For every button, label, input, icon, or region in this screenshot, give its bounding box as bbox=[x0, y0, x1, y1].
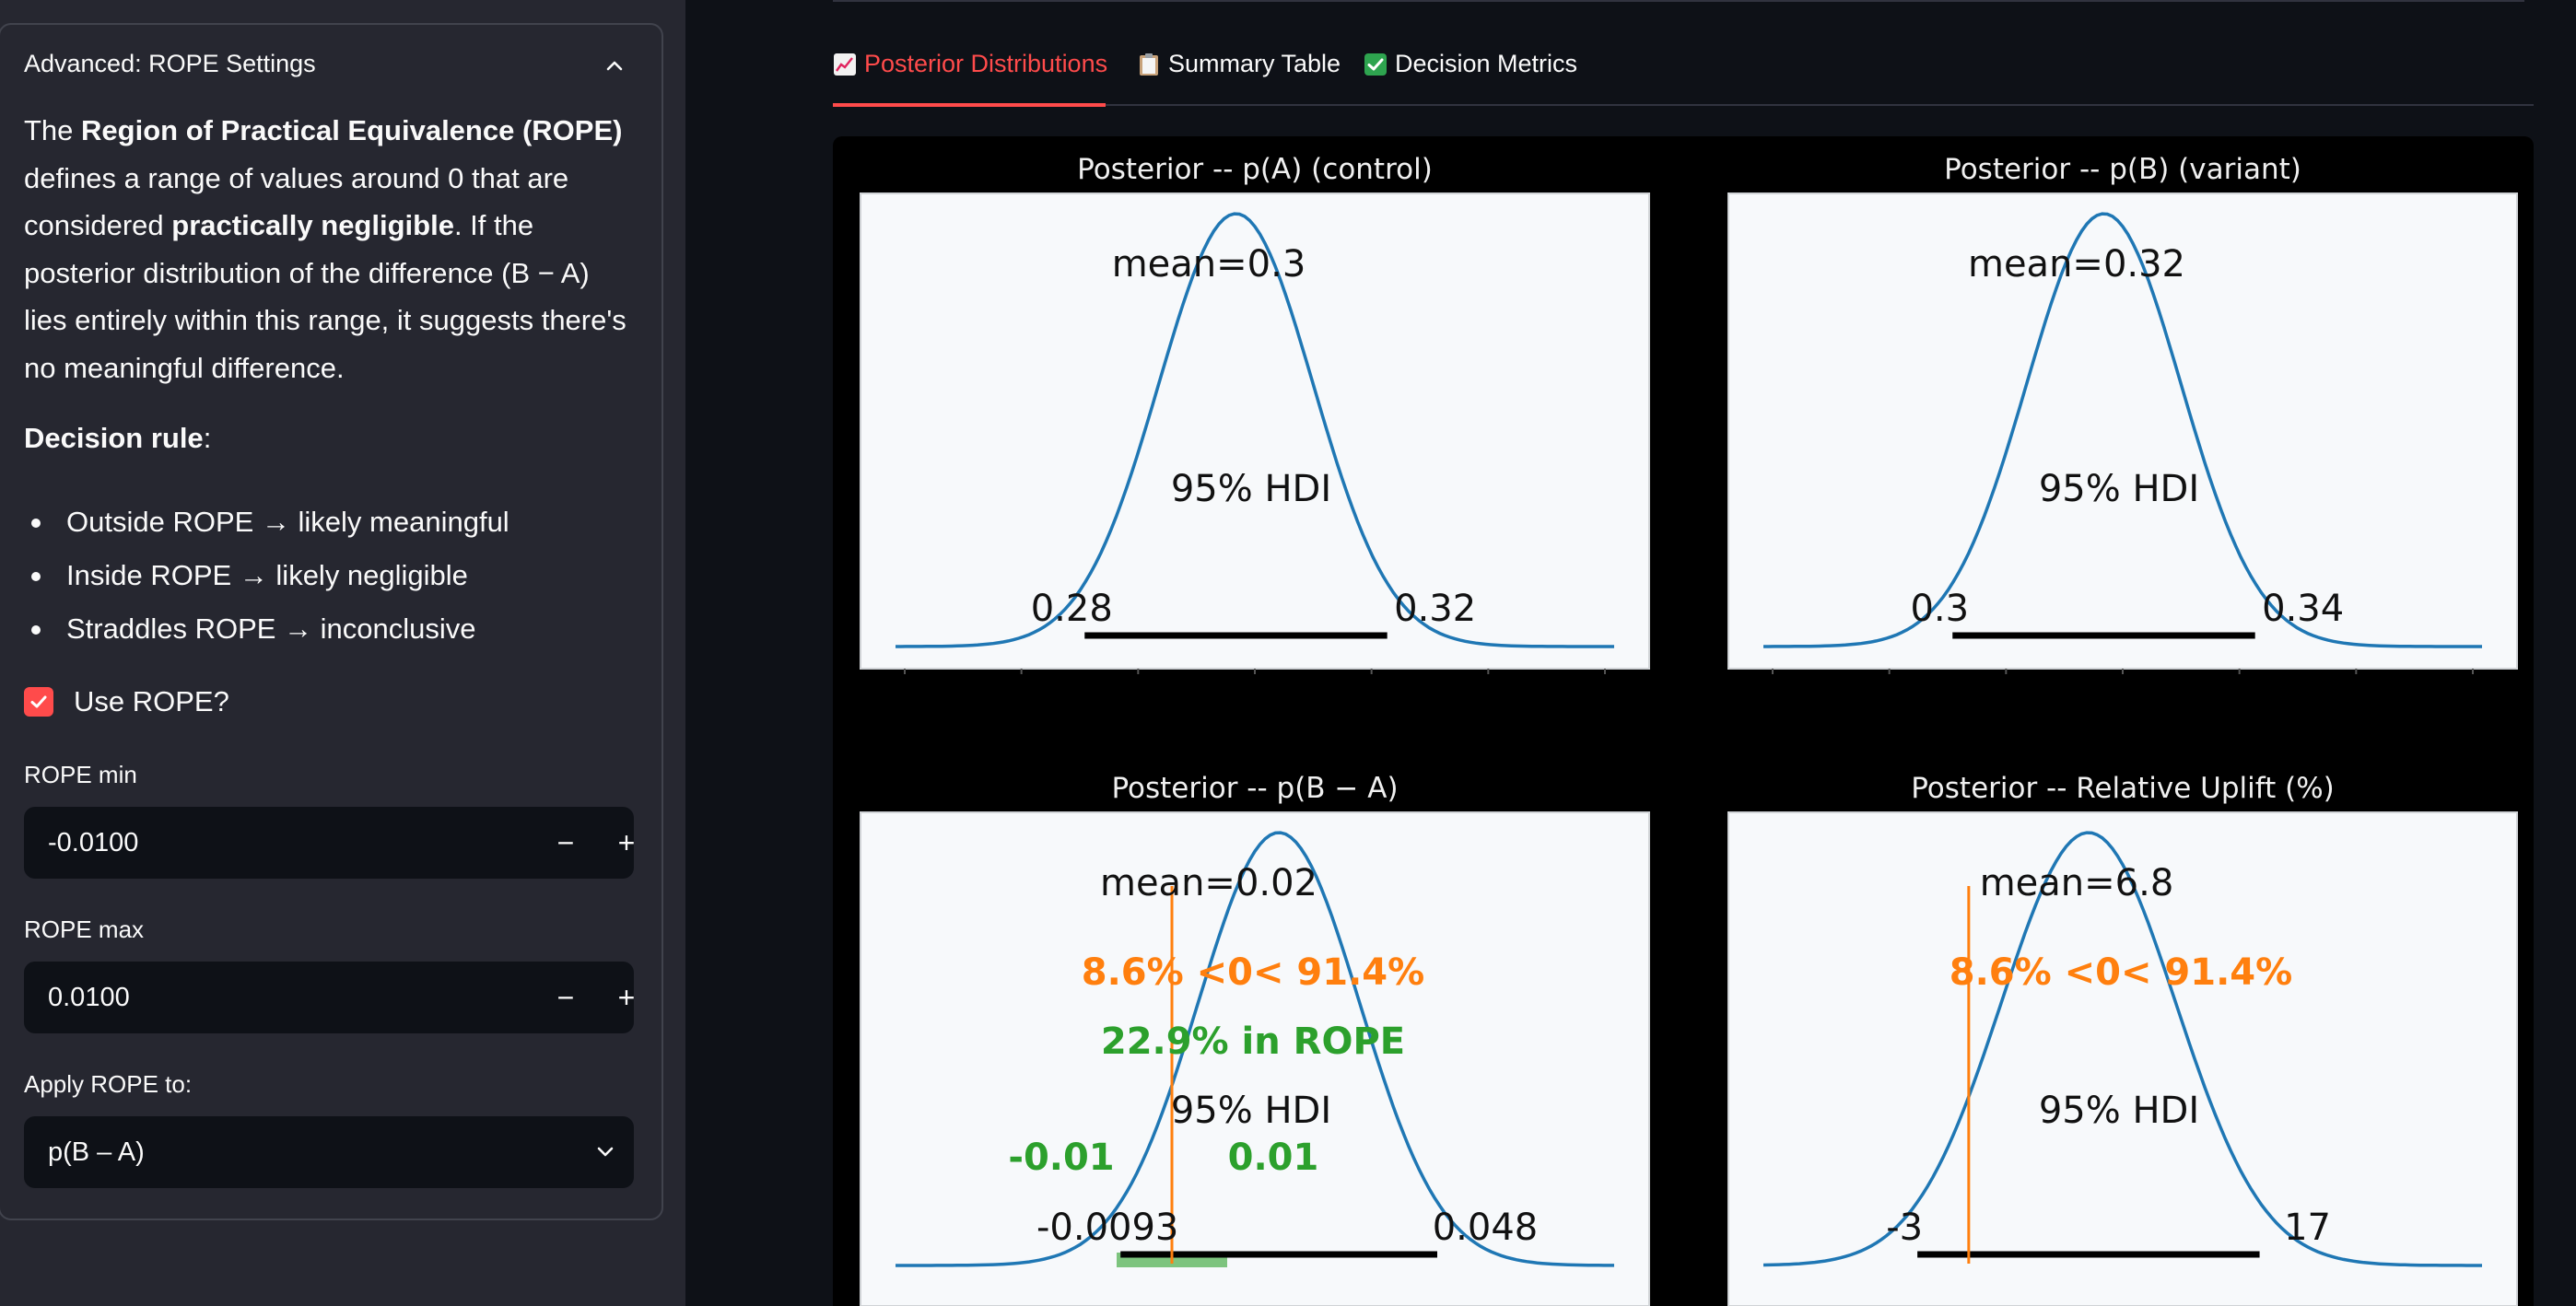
hdi-label: 95% HDI bbox=[2039, 468, 2199, 510]
tab-label[interactable]: Posterior Distributions bbox=[864, 50, 1107, 78]
mean-label: mean=0.02 bbox=[1100, 862, 1317, 904]
bullet-icon bbox=[31, 572, 41, 581]
description-bold-rope: Region of Practical Equivalence (ROPE) bbox=[81, 114, 623, 146]
hdi-low-label: 0.28 bbox=[1031, 588, 1113, 630]
chevron-down-icon[interactable] bbox=[591, 1138, 619, 1166]
rope-min-increment-button[interactable]: + bbox=[610, 807, 643, 879]
rule-text: Inside ROPE → likely negligible bbox=[66, 559, 468, 591]
rope-max-decrement-button[interactable]: − bbox=[549, 962, 582, 1033]
rope-min-input[interactable]: -0.0100 − + bbox=[24, 807, 635, 879]
hdi-low-label: -3 bbox=[1886, 1207, 1923, 1249]
checkmark-icon bbox=[30, 695, 47, 708]
hdi-high-label: 17 bbox=[2284, 1207, 2331, 1249]
rope-max-label: ROPE max bbox=[24, 915, 145, 943]
hdi-label: 95% HDI bbox=[2039, 1090, 2199, 1132]
use-rope-checkbox[interactable] bbox=[24, 687, 53, 717]
rope-max-increment-button[interactable]: + bbox=[610, 962, 643, 1033]
rope-description: The Region of Practical Equivalence (ROP… bbox=[24, 107, 632, 391]
decision-rule-list: Outside ROPE → likely meaningful Inside … bbox=[24, 496, 509, 656]
list-item: Straddles ROPE → inconclusive bbox=[24, 602, 509, 656]
decision-rule-colon: : bbox=[203, 422, 212, 454]
posterior-plots: Posterior -- p(A) (control) mean=0.3 95% H… bbox=[860, 153, 2518, 1306]
apply-rope-label: Apply ROPE to: bbox=[24, 1070, 193, 1098]
rope-min-decrement-button[interactable]: − bbox=[549, 807, 582, 879]
decision-rule-heading: Decision rule: bbox=[24, 422, 211, 455]
hdi-low-label: 0.3 bbox=[1910, 588, 1969, 630]
rule-text: Straddles ROPE → inconclusive bbox=[66, 612, 476, 645]
reference-prob-label: 8.6% <0< 91.4% bbox=[1950, 951, 2292, 994]
rope-min-label: ROPE min bbox=[24, 761, 137, 788]
hdi-high-label: 0.34 bbox=[2262, 588, 2344, 630]
list-item: Inside ROPE → likely negligible bbox=[24, 549, 509, 602]
chevron-up-icon[interactable] bbox=[601, 52, 628, 79]
hdi-low-label: -0.0093 bbox=[1036, 1207, 1178, 1249]
reference-prob-label: 8.6% <0< 91.4% bbox=[1082, 951, 1424, 994]
chart-title: Posterior -- p(B) (variant) bbox=[1944, 153, 2301, 186]
rope-min-label: -0.01 bbox=[1008, 1137, 1114, 1179]
tab-label[interactable]: Decision Metrics bbox=[1395, 50, 1577, 78]
hdi-label: 95% HDI bbox=[1171, 468, 1331, 510]
rope-min-value[interactable]: -0.0100 bbox=[48, 807, 138, 879]
mean-label: mean=0.3 bbox=[1112, 243, 1306, 286]
apply-rope-select[interactable]: p(B – A) bbox=[24, 1116, 634, 1188]
clipboard-icon bbox=[1137, 52, 1161, 76]
hdi-high-label: 0.32 bbox=[1394, 588, 1476, 630]
tab-summary-table[interactable]: Summary Table bbox=[1137, 50, 1341, 78]
use-rope-checkbox-row[interactable]: Use ROPE? bbox=[24, 685, 229, 718]
active-tab-indicator bbox=[833, 103, 1106, 107]
rope-max-value[interactable]: 0.0100 bbox=[48, 962, 130, 1033]
rope-max-label: 0.01 bbox=[1228, 1137, 1319, 1179]
description-bold-negligible: practically negligible bbox=[171, 209, 454, 241]
hdi-label: 95% HDI bbox=[1171, 1090, 1331, 1132]
tab-decision-metrics[interactable]: Decision Metrics bbox=[1364, 50, 1577, 78]
description-text: The bbox=[24, 114, 82, 146]
bullet-icon bbox=[31, 519, 41, 528]
posterior-figure: Posterior -- p(A) (control) mean=0.3 95% H… bbox=[833, 136, 2534, 1306]
mean-label: mean=0.32 bbox=[1968, 243, 2185, 286]
chart-increasing-icon bbox=[833, 52, 857, 76]
decision-rule-label: Decision rule bbox=[24, 422, 204, 454]
use-rope-label[interactable]: Use ROPE? bbox=[74, 685, 229, 718]
expander-title[interactable]: Advanced: ROPE Settings bbox=[24, 50, 316, 78]
chart-title: Posterior -- Relative Uplift (%) bbox=[1911, 772, 2335, 805]
tab-label[interactable]: Summary Table bbox=[1168, 50, 1341, 78]
hdi-high-label: 0.048 bbox=[1433, 1207, 1539, 1249]
bullet-icon bbox=[31, 625, 41, 635]
list-item: Outside ROPE → likely meaningful bbox=[24, 496, 509, 549]
rope-max-input[interactable]: 0.0100 − + bbox=[24, 962, 635, 1033]
chart-title: Posterior -- p(A) (control) bbox=[1077, 153, 1433, 186]
sidebar: Advanced: ROPE Settings The Region of Pr… bbox=[0, 0, 685, 1306]
top-divider bbox=[833, 0, 2524, 2]
chart-title: Posterior -- p(B − A) bbox=[1111, 772, 1398, 805]
mean-label: mean=6.8 bbox=[1980, 862, 2174, 904]
rule-text: Outside ROPE → likely meaningful bbox=[66, 506, 509, 538]
tab-posterior-distributions[interactable]: Posterior Distributions bbox=[833, 50, 1107, 78]
apply-rope-value[interactable]: p(B – A) bbox=[48, 1116, 145, 1188]
rope-prob-label: 22.9% in ROPE bbox=[1101, 1020, 1405, 1063]
check-mark-icon bbox=[1364, 52, 1388, 76]
